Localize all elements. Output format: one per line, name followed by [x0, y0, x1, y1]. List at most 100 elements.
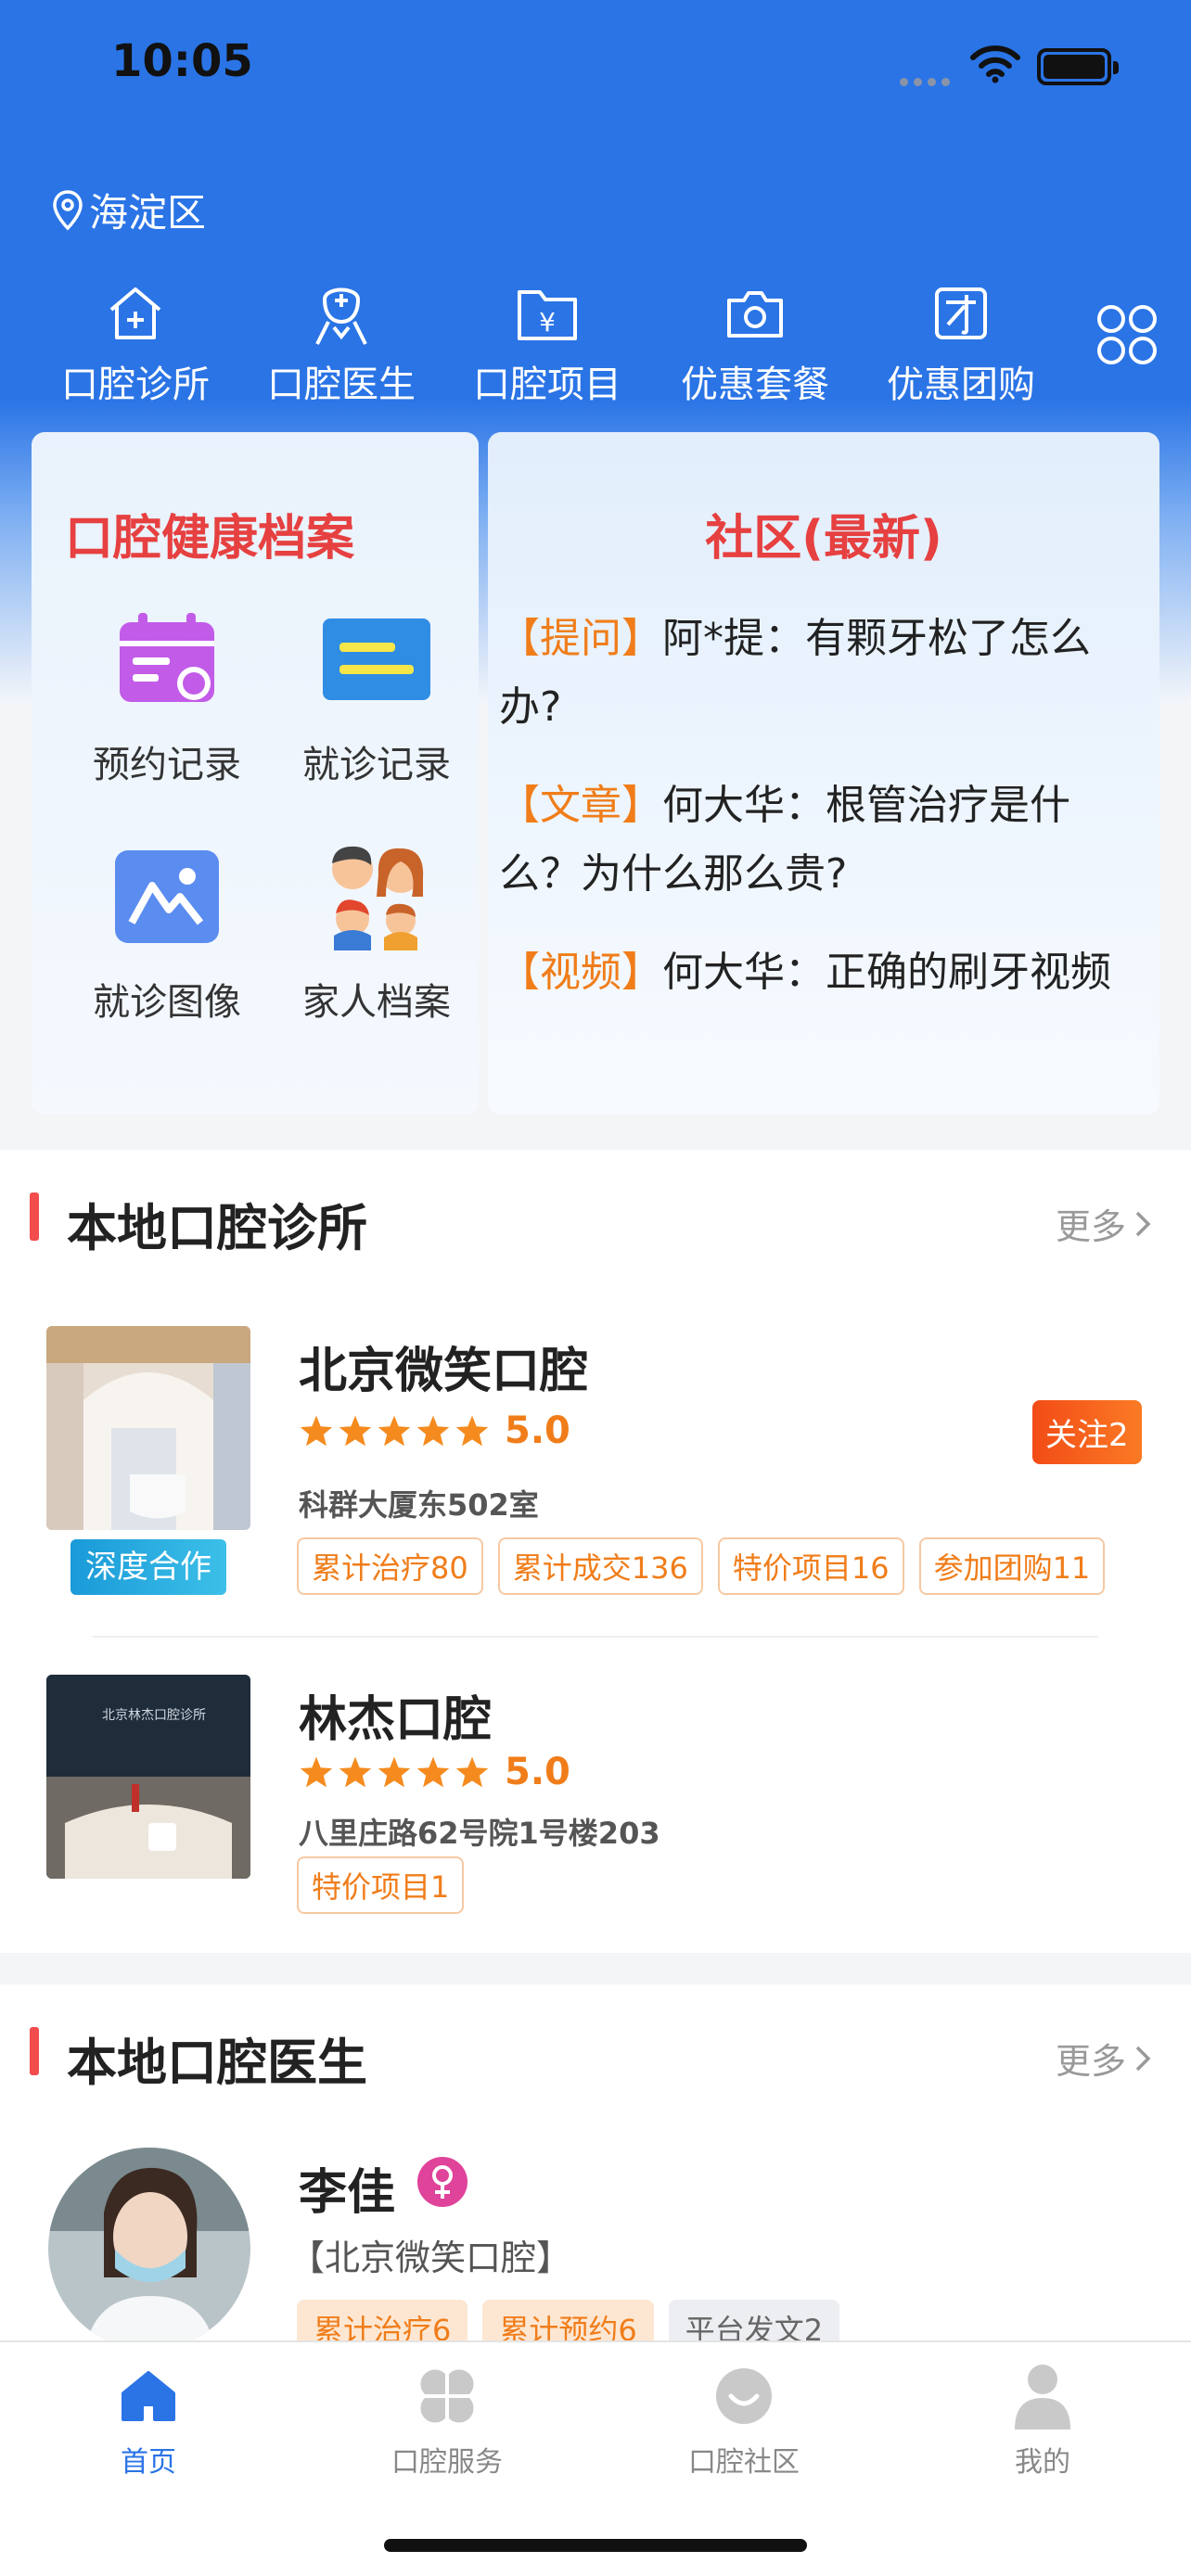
- quick-nav-label: 优惠团购: [887, 363, 1035, 406]
- divider: [93, 1636, 1098, 1638]
- star-icon: [455, 1756, 489, 1788]
- quick-nav-doctor[interactable]: 口腔医生: [239, 278, 443, 408]
- community-title: 社区(最新): [705, 511, 942, 567]
- more-label: 更多: [1055, 2041, 1126, 2082]
- quick-nav: 口腔诊所 口腔医生 ¥ 口腔项目 优惠套餐 优惠团购: [0, 278, 1191, 408]
- visit-record[interactable]: 就诊记录: [275, 599, 479, 788]
- battery-icon: [1037, 48, 1119, 85]
- cooperation-badge: 深度合作: [70, 1539, 226, 1595]
- section-title: 本地口腔医生: [67, 2034, 367, 2092]
- profile-icon: [1015, 2365, 1070, 2429]
- svg-text:¥: ¥: [539, 307, 556, 338]
- clinic-tag: 累计治疗80: [297, 1537, 483, 1595]
- doctor-card[interactable]: 李佳 【北京微笑口腔】 累计治疗6 累计预约6 平台发文2: [0, 2148, 1191, 2357]
- star-icon: [416, 1415, 450, 1447]
- more-clinics-link[interactable]: 更多: [1056, 1198, 1152, 1249]
- quick-nav-label: 口腔诊所: [61, 363, 210, 406]
- clinic-tags: 特价项目1: [297, 1856, 479, 1914]
- doctor-icon: [315, 287, 367, 345]
- quick-nav-package[interactable]: 优惠套餐: [653, 278, 857, 408]
- community-post[interactable]: 【提问】阿*提：有颗牙松了怎么办?: [499, 605, 1139, 742]
- clinic-tag: 特价项目1: [297, 1856, 465, 1914]
- image-icon: [115, 850, 219, 943]
- tab-profile[interactable]: 我的: [931, 2361, 1154, 2480]
- star-icon: [339, 1756, 372, 1788]
- star-icon: [455, 1415, 489, 1447]
- quick-nav-group-buy[interactable]: 优惠团购: [859, 278, 1063, 408]
- rating-value: 5.0: [505, 1409, 570, 1452]
- female-icon: [417, 2157, 467, 2207]
- post-text: 何大华：正确的刷牙视频: [662, 949, 1111, 996]
- status-time: 10:05: [111, 35, 253, 87]
- tab-community[interactable]: 口腔社区: [633, 2361, 855, 2480]
- quick-nav-label: 口腔医生: [267, 363, 416, 406]
- quick-nav-label: 口腔项目: [473, 363, 621, 406]
- section-title: 本地口腔诊所: [67, 1199, 367, 1257]
- star-icon: [378, 1756, 411, 1788]
- tab-services[interactable]: 口腔服务: [336, 2361, 558, 2480]
- project-folder-icon: ¥: [518, 290, 577, 340]
- signal-icon: [900, 72, 955, 90]
- rating-value: 5.0: [505, 1751, 570, 1793]
- calendar-icon: [120, 613, 214, 702]
- clinic-card[interactable]: 北京林杰口腔诊所 林杰口腔 5.0 八里庄路62号院1号楼203 特价项目1: [0, 1675, 1191, 1916]
- notes-icon: [323, 618, 430, 700]
- clinic-tag: 特价项目16: [717, 1537, 904, 1595]
- overview-cards: 口腔健康档案 预约记录 就诊记录 就诊图像 家人档案 社区(最新) 【提问】阿*…: [32, 432, 1159, 1115]
- rec-label: 就诊图像: [93, 981, 241, 1024]
- clinic-photo: 北京林杰口腔诊所: [46, 1675, 250, 1879]
- section-header: 本地口腔医生 更多: [0, 1984, 1191, 2123]
- more-label: 更多: [1055, 1206, 1126, 1247]
- health-record-card: 口腔健康档案 预约记录 就诊记录 就诊图像 家人档案: [32, 432, 479, 1115]
- doctor-name: 李佳: [299, 2165, 396, 2221]
- rating-stars: 5.0: [299, 1409, 570, 1452]
- post-tag: 【提问】: [499, 615, 662, 662]
- post-tag: 【文章】: [499, 782, 662, 829]
- more-doctors-link[interactable]: 更多: [1056, 2033, 1152, 2084]
- section-accent-bar: [30, 2027, 39, 2075]
- tab-label: 口腔服务: [391, 2446, 503, 2479]
- quick-nav-clinic[interactable]: 口腔诊所: [33, 278, 237, 408]
- clinic-name: 林杰口腔: [299, 1692, 493, 1748]
- doctors-section: 本地口腔医生 更多 李佳 【北京微笑口腔】 累计治疗6 累计预约6 平台发文2: [0, 1984, 1191, 2357]
- appointment-record[interactable]: 预约记录: [65, 599, 269, 788]
- rec-label: 就诊记录: [302, 744, 451, 786]
- clinics-section: 本地口腔诊所 更多 深度合作 北京微笑口腔 5.0 关注2 科群大厦东502室 …: [0, 1150, 1191, 1953]
- visit-images[interactable]: 就诊图像: [65, 836, 269, 1026]
- clinic-name: 北京微笑口腔: [299, 1344, 589, 1399]
- clinic-tag: 累计成交136: [497, 1537, 703, 1595]
- services-icon: [420, 2369, 474, 2423]
- community-post[interactable]: 【视频】何大华：正确的刷牙视频: [499, 938, 1139, 1007]
- clinic-tags: 累计治疗80 累计成交136 特价项目16 参加团购11: [297, 1537, 1120, 1595]
- location-district: 海淀区: [89, 190, 207, 236]
- location-selector[interactable]: 海淀区: [52, 182, 206, 238]
- doctor-clinic: 【北京微笑口腔】: [289, 2238, 572, 2278]
- quick-nav-project[interactable]: ¥ 口腔项目: [445, 278, 649, 408]
- more-services-icon[interactable]: [1095, 302, 1159, 367]
- clinic-sign-text: 北京林杰口腔诊所: [102, 1708, 206, 1723]
- star-icon: [300, 1415, 333, 1447]
- rec-label: 家人档案: [302, 981, 451, 1024]
- post-tag: 【视频】: [499, 949, 662, 996]
- location-pin-icon: [53, 189, 83, 230]
- clinic-tag: 参加团购11: [918, 1537, 1106, 1595]
- rec-label: 预约记录: [93, 744, 241, 786]
- community-post[interactable]: 【文章】何大华：根管治疗是什么？为什么那么贵?: [499, 772, 1139, 909]
- home-icon: [122, 2371, 175, 2421]
- section-header: 本地口腔诊所 更多: [0, 1150, 1191, 1289]
- tab-home[interactable]: 首页: [37, 2361, 260, 2480]
- star-icon: [339, 1415, 372, 1447]
- follow-button[interactable]: 关注2: [1032, 1400, 1142, 1464]
- group-buy-icon: [935, 287, 987, 339]
- family-records[interactable]: 家人档案: [275, 836, 479, 1026]
- status-bar: 10:05: [0, 0, 1191, 130]
- home-indicator: [384, 2539, 807, 2552]
- clinic-address: 科群大厦东502室: [299, 1487, 539, 1523]
- clinic-address: 八里庄路62号院1号楼203: [299, 1816, 660, 1851]
- wifi-icon: [970, 45, 1020, 83]
- tab-label: 首页: [121, 2446, 176, 2479]
- chevron-right-icon: [1135, 1211, 1151, 1236]
- clinic-card[interactable]: 深度合作 北京微笑口腔 5.0 关注2 科群大厦东502室 累计治疗80 累计成…: [0, 1326, 1191, 1641]
- family-icon: [332, 846, 424, 950]
- clinic-photo: [46, 1326, 250, 1530]
